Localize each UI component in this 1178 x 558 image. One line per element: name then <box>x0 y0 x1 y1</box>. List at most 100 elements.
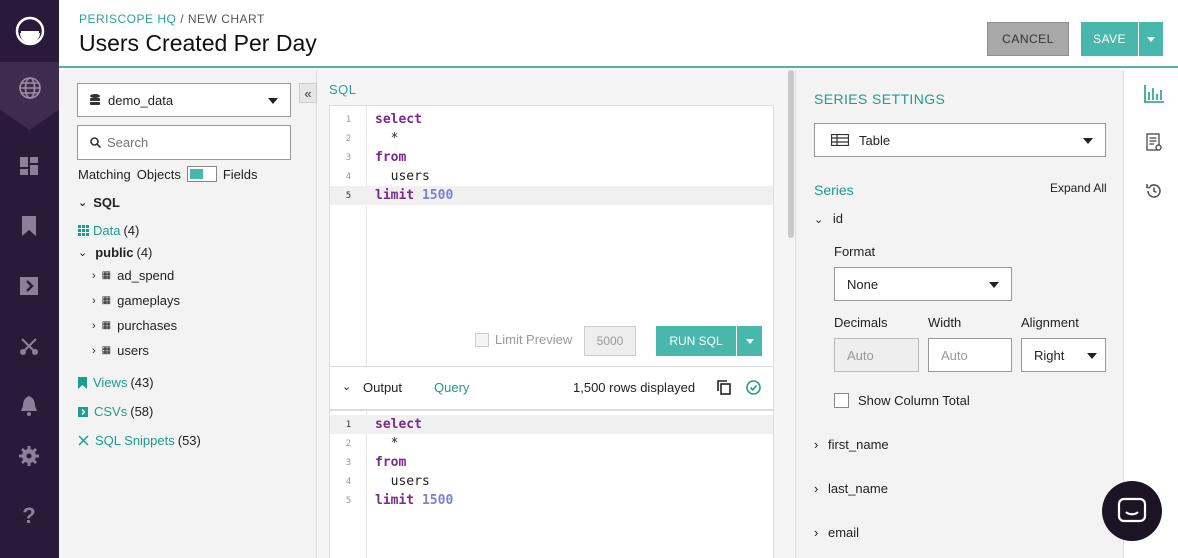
snippets-count: (53) <box>177 433 201 448</box>
series-item[interactable]: › email <box>814 525 859 540</box>
query-output-editor[interactable]: 1 select 2 * 3 from 4 users 5 limit 1500 <box>329 410 774 558</box>
snippets-icon[interactable] <box>17 334 41 358</box>
settings-title: SERIES SETTINGS <box>814 91 946 107</box>
format-select[interactable]: None <box>834 267 1012 301</box>
tree-data-item[interactable]: Data (4) <box>78 223 139 238</box>
search-icon <box>90 137 101 148</box>
code-text: users <box>375 169 430 184</box>
views-icon[interactable] <box>17 274 41 298</box>
bookmark-icon[interactable] <box>17 214 41 238</box>
code-line: 2 * <box>330 434 773 453</box>
snippets-label: SQL Snippets <box>95 433 175 448</box>
code-line: 3 from <box>330 453 773 472</box>
line-number: 4 <box>345 476 352 487</box>
search-input[interactable] <box>107 135 287 150</box>
tree-csvs-item[interactable]: CSVs (58) <box>78 404 153 419</box>
chat-launcher-button[interactable] <box>1102 481 1162 541</box>
periscope-logo[interactable] <box>0 0 59 62</box>
gear-icon[interactable] <box>17 444 41 468</box>
collapse-sidebar-button[interactable]: « <box>299 83 317 103</box>
expand-all-link[interactable]: Expand All <box>1050 181 1107 195</box>
code-line: 5 limit 1500 <box>330 491 773 510</box>
page-title[interactable]: Users Created Per Day <box>79 30 317 57</box>
editor-scrollbar[interactable] <box>788 70 794 238</box>
chevron-down-icon[interactable]: ⌄ <box>342 380 351 393</box>
chevron-right-icon: › <box>92 269 96 282</box>
fields-label: Fields <box>222 166 258 182</box>
tree-public-schema[interactable]: ⌄ public (4) <box>78 245 152 260</box>
alignment-select[interactable]: Right <box>1021 338 1106 372</box>
database-select[interactable]: demo_data <box>77 83 291 117</box>
tree-sql-section[interactable]: ⌄ SQL <box>78 195 120 210</box>
limit-preview-label: Limit Preview <box>495 332 573 347</box>
save-options-button[interactable] <box>1139 22 1163 56</box>
show-column-total-checkbox[interactable] <box>834 393 849 408</box>
width-input[interactable]: Auto <box>928 338 1012 372</box>
code-line-active: 5 limit 1500 <box>330 186 773 205</box>
code-line: 2 * <box>330 129 773 148</box>
keyword: limit <box>375 493 415 508</box>
csv-icon <box>78 406 88 417</box>
chart-settings-icon[interactable] <box>1143 83 1165 105</box>
line-number: 2 <box>345 133 352 144</box>
code-line-active: 1 select <box>330 415 773 434</box>
notes-icon[interactable] <box>1143 131 1165 153</box>
views-label: Views <box>93 375 128 390</box>
chevron-right-icon: › <box>92 319 96 332</box>
table-row[interactable]: › ▦ gameplays <box>92 293 180 308</box>
limit-preview[interactable]: Limit Preview <box>475 332 572 347</box>
grid-icon <box>78 225 89 236</box>
table-icon: ▦ <box>101 270 112 281</box>
series-settings-panel: SERIES SETTINGS Table Series Expand All … <box>795 70 1123 558</box>
data-label: Data <box>93 223 121 238</box>
caret-down-icon <box>745 338 754 344</box>
help-icon[interactable]: ? <box>17 503 41 528</box>
run-sql-options-button[interactable] <box>737 326 762 356</box>
show-column-total[interactable]: Show Column Total <box>834 393 970 408</box>
limit-preview-checkbox[interactable] <box>475 332 489 347</box>
format-label: Format <box>834 244 876 259</box>
table-row[interactable]: › ▦ users <box>92 343 149 358</box>
series-item[interactable]: › first_name <box>814 437 889 452</box>
line-number: 2 <box>345 438 352 449</box>
bell-icon[interactable] <box>17 394 41 418</box>
tree-views-item[interactable]: Views (43) <box>78 375 154 390</box>
chevron-down-icon: ⌄ <box>78 197 88 209</box>
number-literal: 1500 <box>421 188 454 203</box>
cancel-button[interactable]: CANCEL <box>987 22 1069 56</box>
code-line: 4 users <box>330 167 773 186</box>
decimals-input[interactable]: Auto <box>834 338 919 372</box>
matching-filter: Matching Objects Fields <box>78 166 258 182</box>
globe-icon[interactable] <box>0 62 59 130</box>
sql-section-label: SQL <box>93 195 120 210</box>
tab-output[interactable]: Output <box>363 380 402 395</box>
breadcrumb: PERISCOPE HQ / NEW CHART <box>79 12 265 26</box>
tab-query[interactable]: Query <box>434 380 469 395</box>
save-button[interactable]: SAVE <box>1081 22 1138 56</box>
objects-fields-toggle[interactable] <box>186 166 217 182</box>
series-item-id[interactable]: ⌄ id <box>814 211 843 226</box>
dashboard-icon[interactable] <box>17 154 41 178</box>
copy-icon[interactable] <box>717 380 731 398</box>
caret-down-icon <box>268 98 278 104</box>
table-row[interactable]: › ▦ purchases <box>92 318 177 333</box>
history-icon[interactable] <box>1143 180 1165 202</box>
series-item[interactable]: › last_name <box>814 481 888 496</box>
check-circle-icon <box>746 380 761 398</box>
limit-value-input[interactable]: 5000 <box>584 326 636 356</box>
visualization-type-value: Table <box>859 132 891 148</box>
chevron-right-icon: › <box>814 437 819 452</box>
schema-search[interactable] <box>77 125 291 160</box>
views-count: (43) <box>130 375 154 390</box>
table-icon: ▦ <box>101 295 112 306</box>
line-number: 5 <box>345 495 352 506</box>
bookmark-icon <box>78 376 87 389</box>
tree-snippets-item[interactable]: SQL Snippets (53) <box>78 433 201 448</box>
keyword: select <box>375 112 422 127</box>
visualization-type-select[interactable]: Table <box>814 123 1106 157</box>
number-literal: 1500 <box>421 493 454 508</box>
breadcrumb-root-link[interactable]: PERISCOPE HQ <box>79 12 176 26</box>
run-sql-button[interactable]: RUN SQL <box>656 326 736 356</box>
table-row[interactable]: › ▦ ad_spend <box>92 268 174 283</box>
